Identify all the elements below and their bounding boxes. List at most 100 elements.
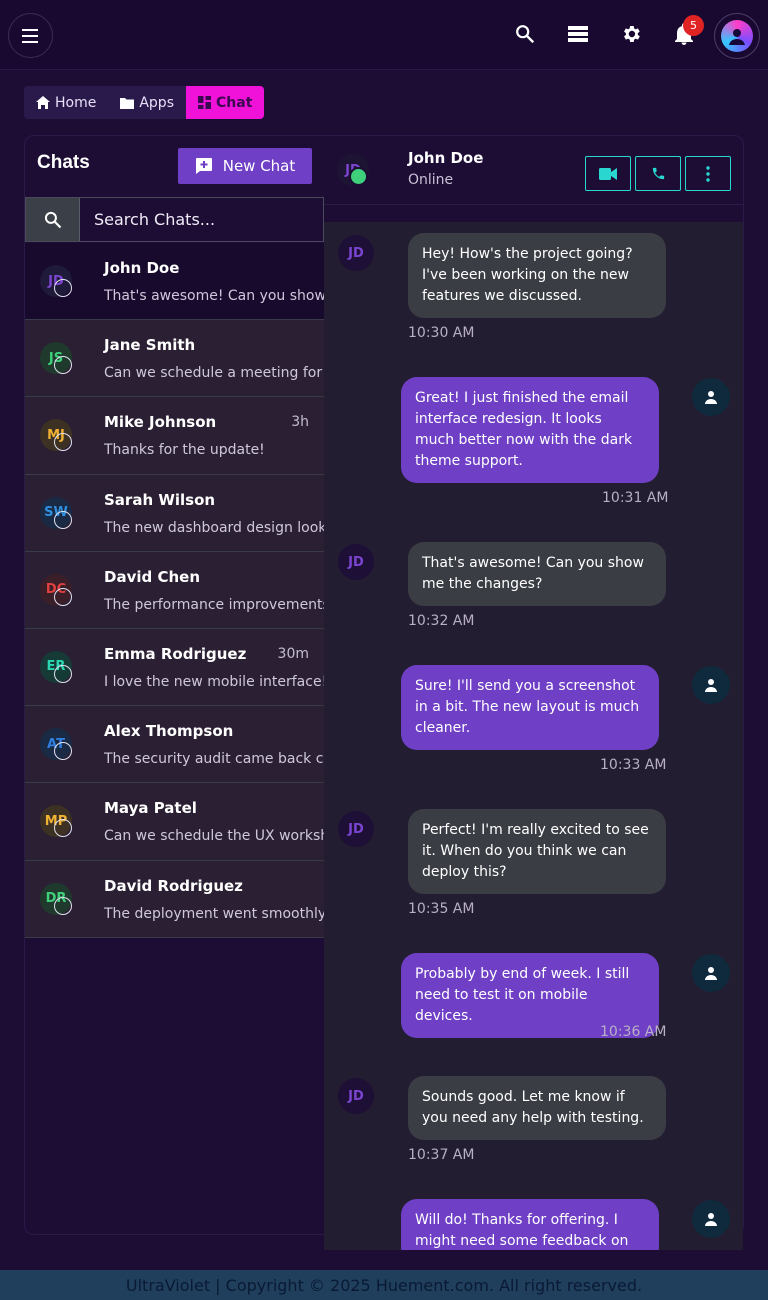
status-indicator: [54, 664, 72, 683]
search-icon: [516, 25, 535, 44]
user-avatar: [692, 666, 730, 704]
chat-list: JD John Doe That's awesome! Can you show…: [25, 243, 324, 938]
search-chats: [25, 197, 324, 242]
avatar-icon: [721, 20, 753, 52]
gear-icon: [624, 26, 640, 42]
folder-icon: [120, 97, 135, 109]
chat-name: Jane Smith: [104, 336, 196, 355]
status-indicator: [54, 279, 72, 297]
outgoing-message: Will do! Thanks for offering. I might ne…: [401, 1199, 659, 1250]
home-icon: [36, 96, 50, 109]
search-chats-input[interactable]: [80, 198, 323, 241]
chat-name: David Rodriguez: [104, 876, 243, 895]
chat-preview: I love the new mobile interface!: [104, 673, 324, 690]
user-avatar: [692, 1200, 730, 1238]
breadcrumb-apps-label: Apps: [139, 94, 174, 111]
online-indicator: [349, 167, 368, 186]
message-time: 10:32 AM: [408, 613, 475, 629]
chats-title: Chats: [37, 152, 90, 173]
more-options-button[interactable]: [685, 156, 731, 191]
contact-status: Online: [408, 172, 454, 188]
incoming-message: Hey! How's the project going? I've been …: [408, 233, 666, 318]
chat-preview: Can we schedule a meeting for tomorrow?: [104, 365, 324, 382]
chat-item-alex-thompson[interactable]: AT Alex Thompson The security audit came…: [25, 706, 324, 784]
outgoing-message: Sure! I'll send you a screenshot in a bi…: [401, 665, 659, 750]
search-chats-button[interactable]: [26, 198, 80, 241]
chat-item-mike-johnson[interactable]: MJ Mike Johnson 3h Thanks for the update…: [25, 397, 324, 475]
message-time: 10:37 AM: [408, 1147, 475, 1163]
status-indicator: [54, 510, 72, 529]
video-call-button[interactable]: [585, 156, 631, 191]
user-avatar[interactable]: [714, 13, 760, 59]
chat-time: 30m: [277, 645, 309, 662]
new-chat-label: New Chat: [222, 157, 296, 175]
new-chat-button[interactable]: New Chat: [178, 148, 312, 184]
dashboard-icon: [198, 96, 211, 109]
footer: UltraViolet | Copyright © 2025 Huement.c…: [0, 1270, 768, 1300]
chat-item-emma-rodriguez[interactable]: ER Emma Rodriguez 30m I love the new mob…: [25, 628, 324, 707]
status-indicator: [54, 356, 72, 375]
breadcrumb-home-label: Home: [55, 94, 97, 111]
conversation-header: JD John Doe Online: [324, 136, 743, 205]
message-time: 10:30 AM: [408, 325, 475, 341]
chat-time: 3h: [291, 414, 309, 431]
sender-avatar: JD: [338, 811, 374, 847]
search-button[interactable]: [513, 22, 537, 46]
person-icon: [705, 1213, 717, 1226]
contact-name: John Doe: [408, 149, 484, 167]
chat-name: David Chen: [104, 567, 200, 586]
breadcrumb: Home Apps Chat: [24, 86, 265, 119]
chat-item-david-chen[interactable]: DC David Chen The performance improvemen…: [25, 551, 324, 629]
message-time: 10:35 AM: [408, 901, 475, 917]
storage-icon: [568, 26, 588, 42]
user-avatar: [692, 378, 730, 416]
sender-avatar: JD: [338, 544, 374, 580]
chat-preview: The deployment went smoothly, thanks!: [104, 905, 324, 922]
chat-item-david-rodriguez[interactable]: DR David Rodriguez The deployment went s…: [25, 860, 324, 938]
status-indicator: [54, 896, 72, 915]
chat-name: Alex Thompson: [104, 722, 234, 741]
menu-icon: [21, 28, 38, 43]
person-icon: [705, 967, 717, 980]
incoming-message: Sounds good. Let me know if you need any…: [408, 1076, 666, 1140]
user-avatar: [692, 954, 730, 992]
chat-name: Maya Patel: [104, 799, 197, 818]
chat-preview: Can we schedule the UX workshop?: [104, 828, 324, 845]
add-chat-icon: [195, 158, 212, 174]
chat-item-sarah-wilson[interactable]: SW Sarah Wilson The new dashboard design…: [25, 474, 324, 552]
chat-preview: That's awesome! Can you show me the chan…: [104, 288, 324, 304]
person-icon: [705, 679, 717, 692]
status-indicator: [54, 819, 72, 838]
status-indicator: [54, 587, 72, 606]
chat-item-maya-patel[interactable]: MP Maya Patel Can we schedule the UX wor…: [25, 783, 324, 861]
search-icon: [44, 211, 61, 228]
chat-preview: The performance improvements are impress…: [104, 596, 324, 613]
menu-button[interactable]: [8, 13, 53, 58]
breadcrumb-home[interactable]: Home: [24, 86, 109, 119]
person-icon: [705, 391, 717, 404]
message-time: 10:31 AM: [602, 490, 669, 506]
message-time: 10:33 AM: [600, 757, 667, 773]
chat-item-john-doe[interactable]: JD John Doe That's awesome! Can you show…: [25, 243, 324, 321]
storage-button[interactable]: [566, 22, 590, 46]
notification-badge: 5: [683, 15, 704, 36]
status-indicator: [54, 742, 72, 761]
video-call-icon: [599, 167, 617, 180]
chat-name: Emma Rodriguez: [104, 644, 247, 663]
chat-item-jane-smith[interactable]: JS Jane Smith Can we schedule a meeting …: [25, 320, 324, 398]
sender-avatar: JD: [338, 235, 374, 271]
chat-name: Sarah Wilson: [104, 490, 216, 509]
phone-icon: [652, 167, 664, 180]
sender-avatar: JD: [338, 1078, 374, 1114]
breadcrumb-apps[interactable]: Apps: [108, 86, 186, 119]
breadcrumb-chat-label: Chat: [216, 94, 253, 111]
chat-name: Mike Johnson: [104, 413, 217, 432]
chat-name: John Doe: [104, 259, 180, 277]
incoming-message: Perfect! I'm really excited to see it. W…: [408, 809, 666, 894]
status-indicator: [54, 433, 72, 452]
phone-call-button[interactable]: [635, 156, 681, 191]
top-bar: 5: [0, 0, 768, 70]
message-time: 10:36 AM: [600, 1024, 667, 1040]
settings-button[interactable]: [619, 22, 643, 46]
breadcrumb-chat[interactable]: Chat: [186, 86, 265, 119]
